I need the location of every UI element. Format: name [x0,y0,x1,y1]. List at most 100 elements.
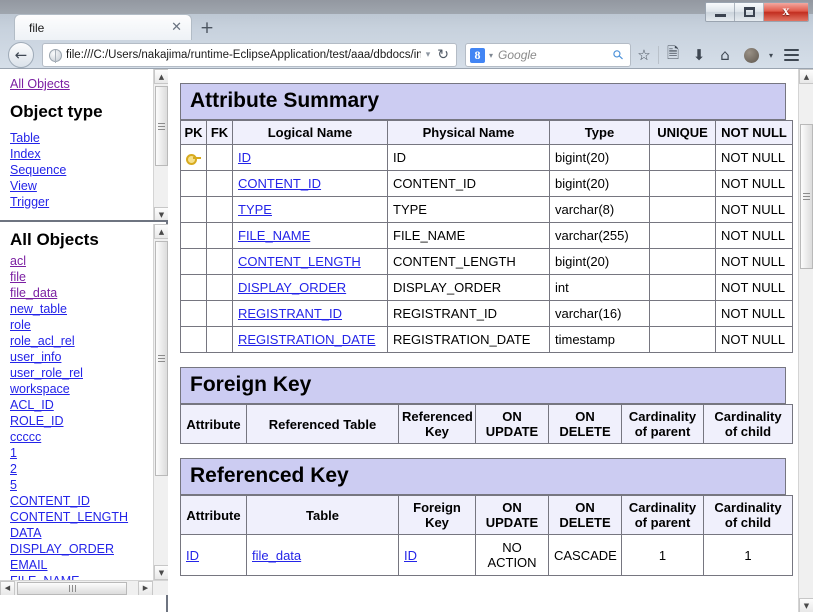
all-objects-scrollbar[interactable]: ▲ ▼ [153,224,168,580]
cell-logical-name: CONTENT_ID [232,170,388,197]
col-cardinality-child: Cardinality of child [703,495,793,535]
chevron-down-icon[interactable]: ▾ [426,50,431,60]
tab-close-icon[interactable]: ✕ [171,21,182,34]
cell-pk [180,248,207,275]
overflow-chevron-icon[interactable]: ▾ [764,42,778,68]
list-item[interactable]: ROLE_ID [10,413,64,429]
sidebar-item-index[interactable]: Index [10,146,41,162]
scrollbar-thumb[interactable] [155,241,168,476]
attribute-link[interactable]: DISPLAY_ORDER [238,280,346,295]
search-bar[interactable]: 8 ▾ Google ⚲ [465,43,631,67]
hscrollbar-thumb[interactable] [17,581,127,595]
sidebar-item-sequence[interactable]: Sequence [10,162,66,178]
list-item[interactable]: 1 [10,445,17,461]
cell-unique [649,144,716,171]
scroll-down-arrow-icon[interactable]: ▼ [154,565,168,580]
reading-list-icon[interactable]: 🗎 [660,42,686,68]
col-not-null: NOT NULL [715,120,793,145]
sidebar-item-trigger[interactable]: Trigger [10,194,49,210]
reload-icon[interactable]: ↻ [437,47,449,63]
sidebar-link-all-objects-top[interactable]: All Objects [10,76,70,92]
table-row: REGISTRATION_DATE REGISTRATION_DATE time… [180,326,793,353]
back-button[interactable]: ← [8,42,34,68]
profile-avatar[interactable] [738,42,764,68]
scroll-left-arrow-icon[interactable]: ◀ [0,580,15,595]
attribute-link[interactable]: CONTENT_ID [238,176,321,191]
list-item[interactable]: role_acl_rel [10,333,75,349]
list-item[interactable]: file [10,269,26,285]
scrollbar-thumb[interactable] [800,124,813,269]
list-item[interactable]: new_table [10,301,67,317]
col-type: Type [549,120,650,145]
foreign-key-link[interactable]: ID [404,548,417,563]
scroll-up-arrow-icon[interactable]: ▲ [799,69,813,84]
object-type-scrollbar[interactable]: ▲ ▼ [153,69,168,220]
home-icon[interactable]: ⌂ [712,42,738,68]
scroll-up-arrow-icon[interactable]: ▲ [154,224,168,239]
list-item[interactable]: acl [10,253,26,269]
address-bar[interactable]: file:///C:/Users/nakajima/runtime-Eclips… [42,43,457,67]
attribute-link[interactable]: FILE_NAME [238,228,310,243]
scroll-down-arrow-icon[interactable]: ▼ [154,207,168,220]
table-row: CONTENT_ID CONTENT_ID bigint(20) NOT NUL… [180,170,793,197]
list-item[interactable]: workspace [10,381,70,397]
search-input[interactable]: Google [498,48,614,62]
object-type-frame: All Objects Object type Table Index Sequ… [0,69,168,222]
avatar [743,47,759,63]
table-row: REGISTRANT_ID REGISTRANT_ID varchar(16) … [180,300,793,327]
cell-unique [649,170,716,197]
sidebar-frameset: All Objects Object type Table Index Sequ… [0,69,168,612]
cell-table: file_data [246,534,399,576]
scroll-down-arrow-icon[interactable]: ▼ [799,598,813,612]
list-item[interactable]: user_info [10,349,61,365]
list-item[interactable]: user_role_rel [10,365,83,381]
cell-physical-name: FILE_NAME [387,222,550,249]
tab-file[interactable]: file ✕ [14,14,192,40]
all-objects-frame: All Objects acl file file_data new_table… [0,224,168,595]
list-item[interactable]: 5 [10,477,17,493]
scroll-up-arrow-icon[interactable]: ▲ [154,69,168,84]
grip-icon [68,584,76,592]
scrollbar-thumb[interactable] [155,86,168,166]
list-item[interactable]: DISPLAY_ORDER [10,541,114,557]
cell-unique [649,326,716,353]
download-icon[interactable]: ⬇ [686,42,712,68]
list-item[interactable]: EMAIL [10,557,48,573]
cell-logical-name: ID [232,144,388,171]
attribute-link[interactable]: ID [186,548,199,563]
attribute-link[interactable]: REGISTRATION_DATE [238,332,375,347]
foreign-key-section: Foreign Key Attribute Referenced Table R… [180,367,793,444]
list-item[interactable]: ACL_ID [10,397,54,413]
list-item[interactable]: CONTENT_ID [10,493,90,509]
sidebar-item-table[interactable]: Table [10,130,40,146]
main-page-scrollbar[interactable]: ▲ ▼ [798,69,813,612]
attribute-link[interactable]: CONTENT_LENGTH [238,254,361,269]
list-item[interactable]: 2 [10,461,17,477]
attribute-link[interactable]: REGISTRANT_ID [238,306,342,321]
bookmark-star-icon[interactable]: ☆ [631,42,657,68]
all-objects-hscrollbar[interactable]: ◀ ▶ [0,580,168,595]
list-item[interactable]: DATA [10,525,41,541]
list-item[interactable]: file_data [10,285,57,301]
col-on-update: ON UPDATE [475,404,549,444]
col-attribute: Attribute [180,495,247,535]
new-tab-button[interactable]: + [196,17,218,39]
menu-hamburger-icon[interactable] [778,42,804,68]
attribute-link[interactable]: TYPE [238,202,272,217]
search-engine-chevron-icon[interactable]: ▾ [489,51,493,60]
referenced-key-title: Referenced Key [180,458,786,495]
cell-pk [180,196,207,223]
col-table: Table [246,495,399,535]
attribute-link[interactable]: ID [238,150,251,165]
table-link[interactable]: file_data [252,548,301,563]
cell-fk [206,222,233,249]
col-referenced-key: Referenced Key [398,404,476,444]
table-row: TYPE TYPE varchar(8) NOT NULL [180,196,793,223]
scroll-right-arrow-icon[interactable]: ▶ [138,580,153,595]
object-type-list: Table Index Sequence View Trigger [10,130,150,210]
list-item[interactable]: ccccc [10,429,41,445]
sidebar-item-view[interactable]: View [10,178,37,194]
attribute-summary-section: Attribute Summary PK FK Logical Name Phy… [180,83,793,353]
list-item[interactable]: CONTENT_LENGTH [10,509,128,525]
list-item[interactable]: role [10,317,31,333]
